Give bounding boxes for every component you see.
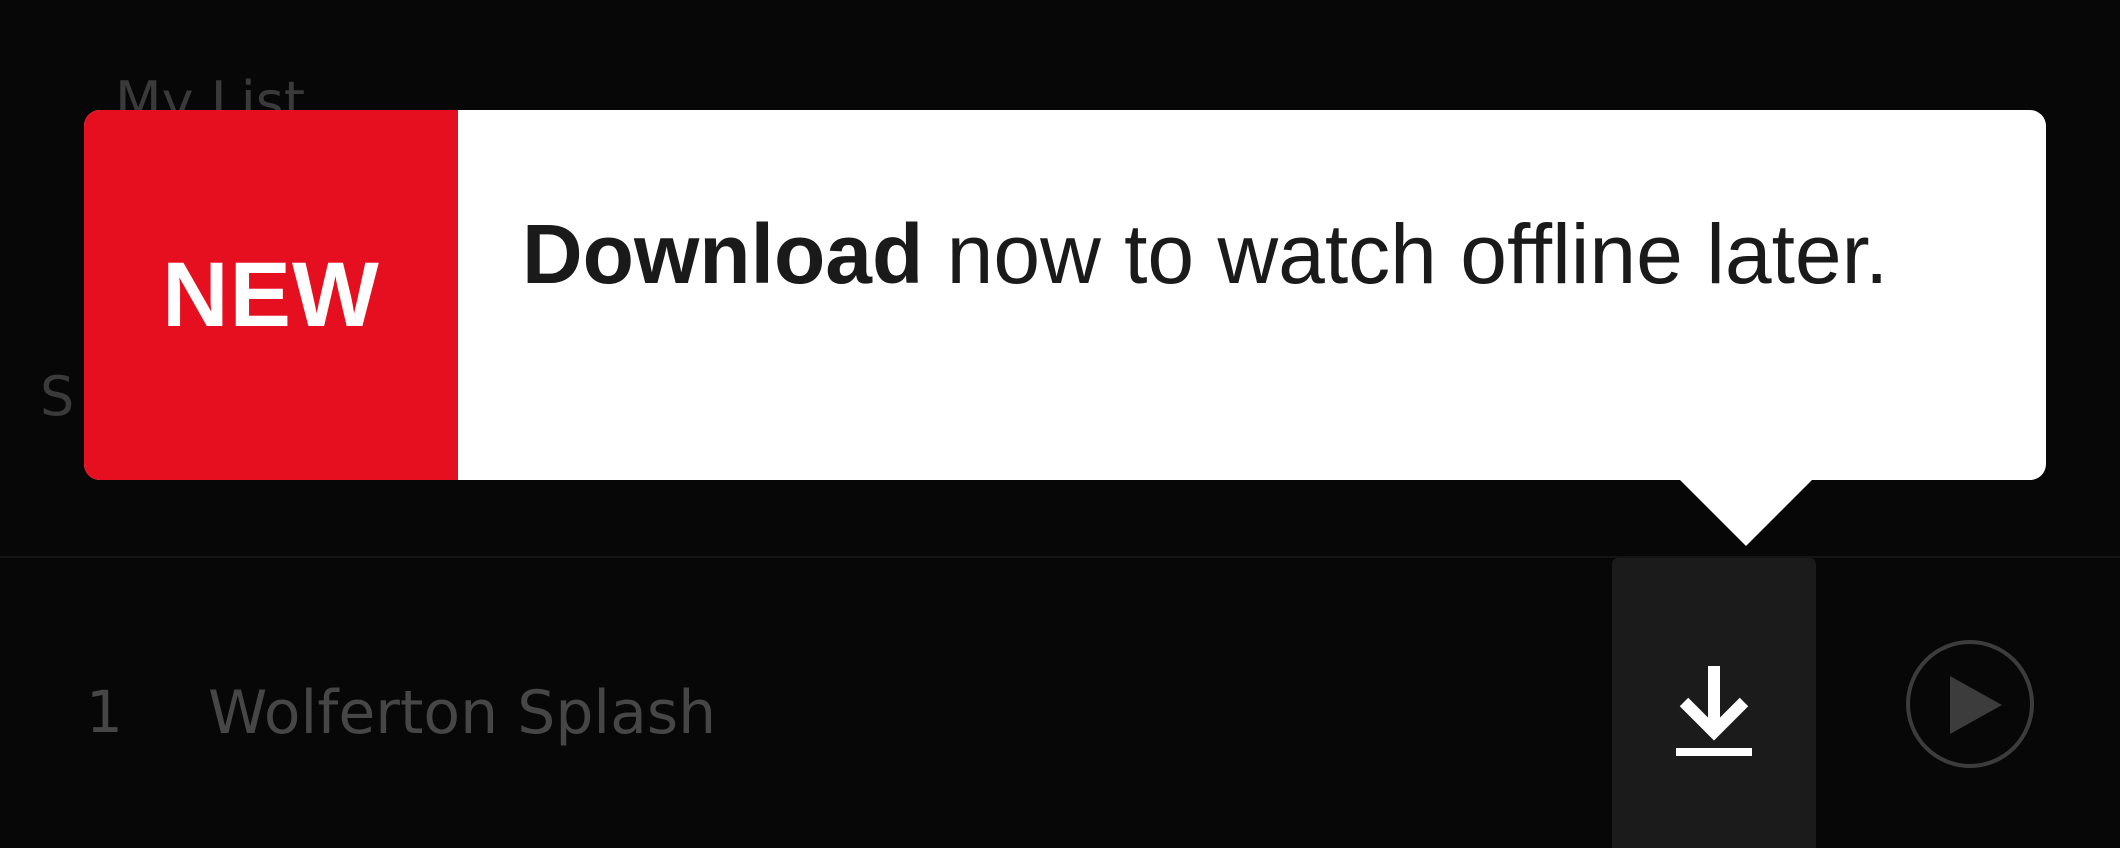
download-icon — [1676, 666, 1752, 756]
play-circle-icon — [1950, 676, 2002, 734]
episode-title: Wolferton Splash — [208, 678, 717, 748]
tooltip-message-bold: Download — [522, 207, 924, 301]
section-label: S — [40, 365, 75, 428]
tooltip-body: NEW Download now to watch offline later. — [84, 110, 2046, 480]
tooltip-arrow — [1678, 478, 1814, 546]
app-screen: My List S 1 Wolferton Splash NEW Downloa… — [0, 0, 2120, 848]
new-badge-label: NEW — [162, 243, 380, 346]
play-button[interactable] — [1906, 640, 2034, 768]
episode-number: 1 — [86, 678, 123, 746]
episode-row[interactable]: 1 Wolferton Splash — [0, 558, 2120, 848]
download-tooltip[interactable]: NEW Download now to watch offline later. — [84, 110, 2046, 546]
tooltip-message-rest: now to watch offline later. — [923, 207, 1889, 301]
download-button[interactable] — [1612, 558, 1816, 848]
tooltip-message: Download now to watch offline later. — [522, 200, 1942, 308]
new-badge: NEW — [84, 110, 458, 480]
